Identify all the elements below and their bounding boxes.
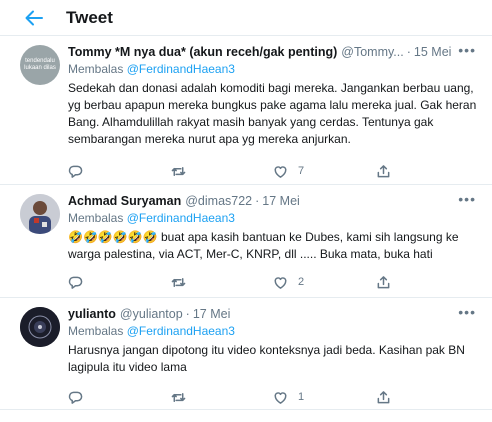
tweet-header: Tommy *M nya dua* (akun receh/gak pentin… — [68, 44, 478, 60]
reply-button[interactable] — [68, 390, 171, 405]
replying-prefix: Membalas — [68, 62, 124, 76]
tweet[interactable]: Achmad Suryaman @dimas722 · 17 Mei ••• M… — [0, 185, 492, 298]
tweet-text: Sedekah dan donasi adalah komoditi bagi … — [68, 81, 477, 146]
avatar[interactable] — [20, 194, 60, 234]
top-bar: Tweet — [0, 0, 492, 36]
heart-icon — [274, 276, 287, 289]
more-options-icon[interactable]: ••• — [458, 191, 476, 207]
reply-button[interactable] — [68, 275, 171, 290]
back-button[interactable] — [14, 0, 54, 36]
share-icon — [377, 164, 389, 177]
separator-dot: · — [255, 194, 260, 208]
retweet-button[interactable] — [171, 275, 274, 290]
reply-button[interactable] — [68, 164, 171, 179]
reply-icon — [68, 165, 83, 178]
profile-photo-icon — [20, 194, 60, 234]
tweet-actions: 1 — [68, 382, 478, 412]
replying-to: Membalas @FerdinandHaean3 — [68, 210, 478, 226]
more-options-icon[interactable]: ••• — [458, 304, 476, 320]
replying-to-link[interactable]: @FerdinandHaean3 — [127, 211, 235, 225]
tweet-body: 🤣🤣🤣🤣🤣🤣 buat apa kasih bantuan ke Dubes, … — [68, 229, 478, 263]
profile-photo-icon — [20, 307, 60, 347]
emoji-rofl: 🤣🤣🤣🤣🤣🤣 — [68, 230, 158, 244]
avatar[interactable]: tendendalu lukaan dilas — [20, 45, 60, 85]
share-icon — [377, 275, 389, 288]
separator-dot: · — [185, 307, 190, 321]
reply-icon — [68, 276, 83, 289]
tweet-actions: 7 — [68, 156, 478, 186]
user-name[interactable]: yulianto — [68, 306, 116, 322]
replying-prefix: Membalas — [68, 324, 124, 338]
like-count: 2 — [298, 276, 305, 288]
tweet-actions: 2 — [68, 267, 478, 297]
user-handle[interactable]: @Tommy... — [341, 44, 403, 60]
arrow-left-icon — [25, 10, 43, 25]
like-count: 1 — [298, 391, 305, 403]
like-count: 7 — [298, 165, 305, 177]
retweet-icon — [171, 277, 185, 287]
timestamp[interactable]: 17 Mei — [193, 306, 231, 322]
replying-to-link[interactable]: @FerdinandHaean3 — [127, 62, 235, 76]
like-button[interactable]: 2 — [273, 275, 376, 290]
more-options-icon[interactable]: ••• — [458, 42, 476, 58]
tweet[interactable]: tendendalu lukaan dilas Tommy *M nya dua… — [0, 36, 492, 185]
retweet-button[interactable] — [171, 390, 274, 405]
user-name[interactable]: Achmad Suryaman — [68, 193, 181, 209]
share-button[interactable] — [376, 275, 479, 290]
share-button[interactable] — [376, 164, 479, 179]
tweet[interactable]: yulianto @yuliantop · 17 Mei ••• Membala… — [0, 298, 492, 410]
user-name[interactable]: Tommy *M nya dua* (akun receh/gak pentin… — [68, 44, 337, 60]
tweet-header: Achmad Suryaman @dimas722 · 17 Mei — [68, 193, 478, 209]
like-button[interactable]: 7 — [273, 164, 376, 179]
retweet-icon — [171, 392, 185, 402]
tweet-header: yulianto @yuliantop · 17 Mei — [68, 306, 478, 322]
timestamp[interactable]: 15 Mei — [414, 44, 452, 60]
page-title: Tweet — [66, 7, 113, 27]
share-button[interactable] — [376, 390, 479, 405]
tweet-text: Harusnya jangan dipotong itu video konte… — [68, 343, 465, 374]
retweet-icon — [171, 166, 185, 176]
heart-icon — [274, 165, 287, 178]
reply-icon — [68, 391, 83, 404]
replying-to: Membalas @FerdinandHaean3 — [68, 61, 478, 77]
like-button[interactable]: 1 — [273, 390, 376, 405]
heart-icon — [274, 391, 287, 404]
retweet-button[interactable] — [171, 164, 274, 179]
share-icon — [377, 390, 389, 403]
separator-dot: · — [406, 45, 411, 59]
replying-prefix: Membalas — [68, 211, 124, 225]
timestamp[interactable]: 17 Mei — [262, 193, 300, 209]
replying-to-link[interactable]: @FerdinandHaean3 — [127, 324, 235, 338]
user-handle[interactable]: @dimas722 — [185, 193, 252, 209]
replying-to: Membalas @FerdinandHaean3 — [68, 323, 478, 339]
avatar-text: tendendalu lukaan dilas — [24, 58, 56, 71]
avatar[interactable] — [20, 307, 60, 347]
user-handle[interactable]: @yuliantop — [120, 306, 183, 322]
